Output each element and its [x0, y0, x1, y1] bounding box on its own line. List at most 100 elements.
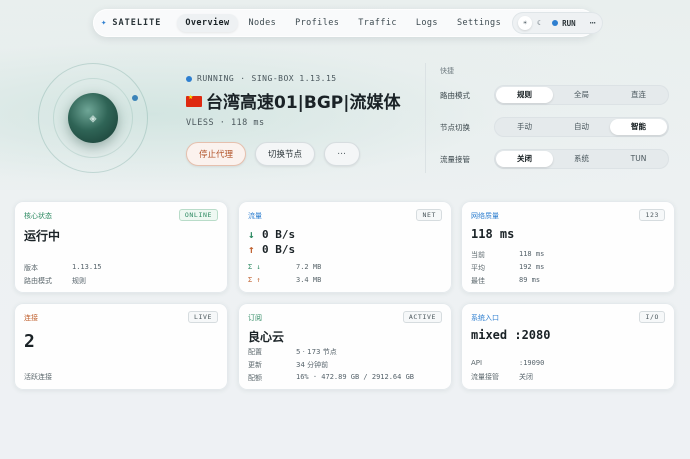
light-mode-icon[interactable]: ☀ [518, 16, 533, 30]
kv-key: 最佳 [471, 277, 485, 285]
net-badge: NET [416, 209, 442, 221]
switch-node-button[interactable]: 切换节点 [255, 142, 316, 166]
route-mode-rule[interactable]: 规则 [496, 87, 553, 103]
kv-key: API [471, 359, 483, 367]
kv-key: 配置 [248, 348, 262, 356]
kv-key: 路由模式 [24, 277, 52, 285]
tab-nodes[interactable]: Nodes [241, 14, 285, 32]
kv-key: 当前 [471, 251, 485, 259]
traffic-card[interactable]: 流量 NET ↓ 0 B/s ↑ 0 B/s Σ ↓ 7.2 MB Σ ↑ 3.… [238, 201, 452, 293]
kv-value: 16% · 472.89 GB / 2912.64 GB [296, 373, 415, 381]
traffic-takeover-label: 流量接管 [440, 154, 470, 164]
engine-version: SING-BOX 1.13.15 [251, 74, 337, 83]
current-node-title: 台湾高速01|BGP|流媒体 [186, 88, 400, 113]
quick-row-switch: 节点切换 手动 自动 智能 [440, 117, 669, 137]
route-mode-direct[interactable]: 直连 [610, 87, 667, 103]
nav-controls: ☀ ☾ RUN ⋯ [512, 12, 603, 34]
kv-key: 更新 [248, 361, 262, 369]
card-title: 系统入口 [471, 314, 499, 322]
system-entry-card[interactable]: 系统入口 I/O mixed :2080 API :19090 流量接管 关闭 [461, 303, 675, 390]
active-connections-row: 活跃连接 [24, 372, 52, 382]
core-status-card[interactable]: 核心状态 ONLINE 运行中 版本 1.13.15 路由模式 规则 [14, 201, 228, 293]
download-total-label: Σ ↓ [248, 263, 261, 271]
card-title: 网络质量 [471, 212, 499, 220]
count-badge: 123 [639, 209, 665, 221]
route-mode-segmented: 规则 全局 直连 [494, 85, 669, 105]
takeover-system[interactable]: 系统 [553, 151, 610, 167]
entry-api-row: API :19090 [471, 359, 544, 367]
takeover-off[interactable]: 关闭 [496, 151, 553, 167]
diamond-icon: ◈ [89, 111, 97, 125]
sub-updated-row: 更新 34 分钟前 [248, 360, 328, 370]
live-badge: LIVE [187, 311, 218, 323]
node-switch-manual[interactable]: 手动 [496, 119, 553, 135]
kv-value: 1.13.15 [72, 263, 102, 271]
run-status-dot-icon [552, 20, 559, 26]
sub-quota-row: 配额 16% · 472.89 GB / 2912.64 GB [248, 373, 414, 383]
kv-key: 配额 [248, 374, 262, 382]
upload-arrow-icon: ↑ [248, 243, 255, 256]
tab-profiles[interactable]: Profiles [287, 14, 347, 32]
hero-divider [425, 63, 426, 173]
upload-total-row: Σ ↑ 3.4 MB [248, 276, 321, 284]
latency-value: 118 ms [471, 227, 515, 241]
card-title: 核心状态 [24, 212, 52, 220]
brand-name: SATELITE [112, 18, 162, 28]
download-arrow-icon: ↓ [248, 228, 255, 241]
core-version-row: 版本 1.13.15 [24, 263, 102, 273]
active-badge: ACTIVE [402, 311, 442, 323]
current-node-name: 台湾高速01|BGP|流媒体 [206, 93, 401, 113]
upload-rate-value: 0 B/s [262, 243, 296, 256]
core-route-row: 路由模式 规则 [24, 276, 86, 286]
kv-value: 关闭 [519, 373, 533, 381]
route-mode-global[interactable]: 全局 [553, 87, 610, 103]
io-badge: I/O [639, 311, 665, 323]
sub-config-row: 配置 5 · 173 节点 [248, 347, 337, 357]
tab-traffic[interactable]: Traffic [350, 14, 405, 32]
node-switch-auto[interactable]: 自动 [553, 119, 610, 135]
run-indicator[interactable]: RUN [552, 19, 576, 28]
top-nav: ✦ SATELITE Overview Nodes Profiles Traff… [93, 9, 603, 37]
more-menu-icon[interactable]: ⋯ [590, 18, 597, 29]
upload-total-label: Σ ↑ [248, 276, 261, 284]
quick-row-takeover: 流量接管 关闭 系统 TUN [440, 149, 669, 169]
tab-logs[interactable]: Logs [408, 14, 446, 32]
kv-key: 流量接管 [471, 373, 499, 381]
kv-value: 118 ms [519, 250, 545, 258]
node-switch-segmented: 手动 自动 智能 [494, 117, 669, 137]
tab-overview[interactable]: Overview [177, 14, 238, 32]
hero-actions: 停止代理 切换节点 ⋯ [186, 142, 369, 166]
connections-count: 2 [24, 331, 35, 352]
brand: ✦ SATELITE [101, 18, 161, 28]
kv-key: 活跃连接 [24, 373, 52, 381]
download-total-row: Σ ↓ 7.2 MB [248, 263, 321, 271]
stop-proxy-button[interactable]: 停止代理 [186, 142, 247, 166]
latency-average-row: 平均 192 ms [471, 263, 544, 273]
china-flag-icon [186, 94, 202, 107]
engine-status: RUNNING · SING-BOX 1.13.15 [186, 74, 337, 83]
card-title: 流量 [248, 212, 262, 220]
satellite-logo-icon: ✦ [101, 18, 108, 28]
card-title: 订阅 [248, 314, 262, 322]
orb-satellite-dot-icon [132, 95, 138, 101]
latency-best-row: 最佳 89 ms [471, 276, 540, 286]
node-meta: VLESS · 118 ms [186, 118, 265, 128]
takeover-tun[interactable]: TUN [610, 151, 667, 167]
core-state-value: 运行中 [24, 229, 61, 243]
quick-title: 快捷 [440, 67, 454, 75]
node-switch-smart[interactable]: 智能 [610, 119, 667, 135]
kv-value: 192 ms [519, 263, 545, 271]
upload-total-value: 3.4 MB [296, 276, 322, 284]
tab-settings[interactable]: Settings [449, 14, 509, 32]
network-quality-card[interactable]: 网络质量 123 118 ms 当前 118 ms 平均 192 ms 最佳 8… [461, 201, 675, 293]
node-switch-label: 节点切换 [440, 122, 470, 132]
kv-value: 5 · 173 节点 [296, 348, 337, 356]
dark-mode-icon[interactable]: ☾ [532, 16, 546, 30]
subscription-name: 良心云 [248, 330, 285, 344]
run-label: RUN [562, 18, 576, 28]
connections-card[interactable]: 连接 LIVE 2 活跃连接 [14, 303, 228, 390]
running-dot-icon [186, 75, 192, 82]
more-actions-button[interactable]: ⋯ [324, 142, 361, 166]
subscription-card[interactable]: 订阅 ACTIVE 良心云 配置 5 · 173 节点 更新 34 分钟前 配额… [238, 303, 452, 390]
quick-row-route: 路由模式 规则 全局 直连 [440, 85, 669, 105]
